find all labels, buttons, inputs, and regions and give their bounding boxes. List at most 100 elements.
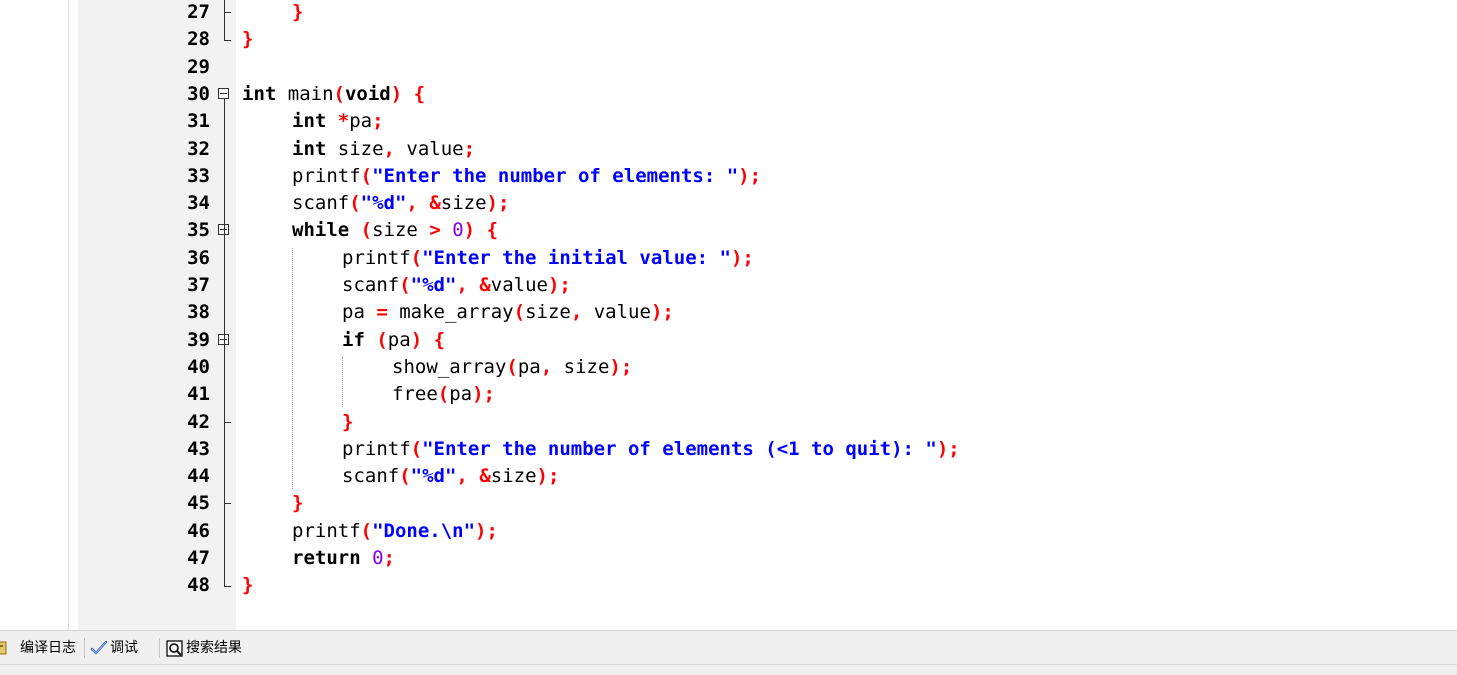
code-line[interactable]: 45}	[0, 490, 1457, 517]
line-number: 34	[187, 192, 210, 215]
token-sym: );	[475, 519, 498, 542]
code-line[interactable]: 34 scanf("%d", &size);	[0, 190, 1457, 217]
token-sym: );	[650, 301, 674, 324]
code-line[interactable]: 29	[0, 54, 1457, 81]
code-line[interactable]: 48}	[0, 572, 1457, 599]
token-sym: >	[429, 219, 441, 242]
token-sym: ,	[570, 301, 583, 324]
code-line[interactable]: 32 int size, value;	[0, 136, 1457, 163]
code-line[interactable]: 37 scanf("%d", &value);	[0, 272, 1457, 299]
fold-toggle-icon[interactable]	[216, 81, 234, 108]
line-number: 48	[187, 574, 210, 597]
code-text: int main(void) {	[242, 81, 425, 108]
token-sym: (	[333, 82, 345, 105]
line-number: 47	[187, 547, 210, 569]
fold-toggle-icon[interactable]	[216, 217, 234, 244]
code-text: return 0;	[292, 545, 395, 572]
token-id: size	[525, 301, 571, 324]
code-line[interactable]: 30 int main(void) {	[0, 81, 1457, 108]
line-number: 45	[187, 492, 210, 515]
token-id: scanf	[342, 274, 400, 296]
token-sym: (	[513, 301, 526, 324]
code-line[interactable]: 31 int *pa;	[0, 108, 1457, 135]
code-line[interactable]: 36 printf("Enter the initial value: ");	[0, 245, 1457, 272]
token-id: pa	[342, 301, 377, 324]
code-text: }	[292, 0, 303, 26]
token-id: pa	[387, 328, 411, 351]
token-id	[365, 329, 376, 351]
tab-search-results[interactable]: 搜索结果	[166, 637, 242, 659]
token-sym: &	[429, 192, 441, 215]
tab-label: 搜索结果	[186, 640, 242, 656]
token-sym: }	[342, 410, 354, 433]
fold-toggle-icon[interactable]	[216, 327, 234, 354]
token-sym: );	[936, 437, 960, 460]
token-id	[326, 110, 337, 132]
token-sym: (	[437, 383, 450, 406]
token-sym: );	[609, 355, 633, 378]
token-sym: }	[292, 492, 304, 515]
token-sym: ;	[372, 110, 384, 133]
token-str: "%d"	[410, 274, 457, 296]
token-id	[402, 83, 413, 105]
token-sym: (	[399, 465, 411, 488]
token-num: 0	[372, 547, 384, 569]
token-sym: (	[376, 328, 388, 351]
code-line[interactable]: 28}	[0, 26, 1457, 53]
code-text: scanf("%d", &size);	[342, 463, 559, 490]
token-id	[349, 219, 360, 241]
code-line[interactable]: 35 while (size > 0) {	[0, 217, 1457, 244]
token-sym: (	[506, 355, 518, 378]
code-line[interactable]: 43 printf("Enter the number of elements (…	[0, 436, 1457, 463]
code-line[interactable]: 33 printf("Enter the number of elements: …	[0, 163, 1457, 190]
code-line[interactable]: 46 printf("Done.\n");	[0, 518, 1457, 545]
token-sym: )	[410, 328, 423, 351]
fold-connector-line	[224, 0, 225, 41]
tab-compile-log[interactable]: 编译日志	[0, 637, 76, 659]
token-id: show_array	[392, 355, 507, 378]
token-sym: (	[360, 164, 373, 187]
token-kw: int	[292, 110, 327, 133]
code-editor[interactable]: 27} 28} 29 30 int main(void) {31 int *pa; 32 in…	[0, 0, 1457, 630]
token-sym: );	[536, 465, 560, 488]
token-sym: =	[376, 301, 388, 324]
code-line[interactable]: 27}	[0, 0, 1457, 26]
token-id	[361, 547, 372, 569]
token-kw: void	[344, 82, 391, 105]
token-id: printf	[292, 164, 361, 187]
line-number: 39	[187, 328, 210, 351]
token-id: printf	[342, 246, 411, 269]
token-id: size	[326, 137, 384, 160]
fold-marker	[216, 26, 234, 53]
line-number: 41	[187, 383, 210, 406]
line-number: 44	[187, 465, 210, 488]
compile-log-icon	[0, 640, 16, 656]
code-text: scanf("%d", &value);	[342, 272, 571, 299]
token-id: pa	[449, 383, 473, 406]
token-id: size	[440, 192, 487, 215]
code-text: }	[342, 409, 353, 436]
token-sym: ,	[540, 355, 553, 378]
code-line[interactable]: 41 free(pa);	[0, 381, 1457, 408]
line-number: 32	[187, 137, 210, 160]
code-line[interactable]: 39 if (pa) {	[0, 327, 1457, 354]
line-number: 33	[187, 164, 210, 187]
token-id	[468, 465, 479, 487]
token-id	[418, 192, 429, 214]
token-id	[475, 219, 486, 241]
token-id: value	[394, 137, 464, 160]
code-line[interactable]: 47 return 0;	[0, 545, 1457, 572]
code-line[interactable]: 44 scanf("%d", &size);	[0, 463, 1457, 490]
code-text: int *pa;	[292, 108, 384, 135]
token-id: scanf	[292, 192, 350, 215]
fold-marker	[216, 490, 234, 517]
token-id	[468, 274, 479, 296]
token-str: "%d"	[360, 192, 407, 215]
token-sym: ;	[383, 547, 395, 569]
tab-debug[interactable]: 调试	[90, 637, 138, 659]
code-line[interactable]: 40 show_array(pa, size);	[0, 354, 1457, 381]
tab-separator	[159, 638, 160, 658]
code-line[interactable]: 42}	[0, 408, 1457, 436]
code-text: printf("Enter the number of elements: ")…	[292, 163, 761, 190]
code-line[interactable]: 38 pa = make_array(size, value);	[0, 299, 1457, 326]
